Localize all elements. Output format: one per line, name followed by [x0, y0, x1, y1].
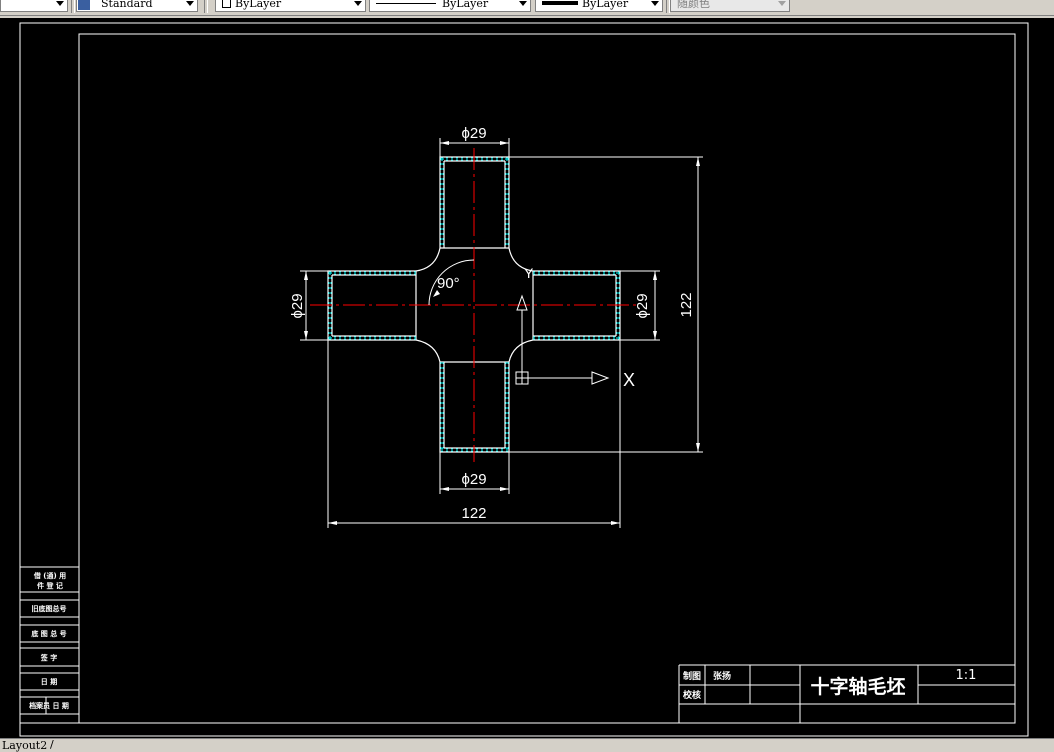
plotstyle-dropdown: 随颜色 — [670, 0, 790, 12]
drawn-by-label: 制图 — [683, 670, 701, 682]
chevron-down-icon — [186, 1, 194, 6]
drawn-by-name: 张扬 — [713, 670, 731, 682]
dim-top-label: ϕ29 — [461, 125, 486, 142]
left-block-row6: 档案员 日 期 — [28, 701, 69, 710]
dimension-lines — [300, 138, 703, 528]
left-block-row2: 旧底图总号 — [32, 604, 67, 613]
tab-divider: / — [50, 738, 54, 751]
lineweight-dropdown[interactable]: ByLayer — [535, 0, 663, 12]
chevron-down-icon — [778, 1, 786, 6]
centerlines — [310, 148, 640, 462]
part-name: 十字轴毛坯 — [810, 675, 905, 698]
text-style-dropdown[interactable]: Standard — [76, 0, 198, 12]
dim-width-label: 122 — [461, 505, 486, 522]
toolbar-separator — [204, 0, 208, 13]
linetype-sample-icon — [376, 3, 436, 4]
text-style-value: Standard — [101, 0, 153, 10]
drawing-canvas[interactable]: ϕ29 ϕ29 ϕ29 ϕ29 122 122 90° X Y 借 (通) 用 … — [0, 18, 1054, 738]
angle-label: 90° — [437, 275, 460, 292]
left-block-row3: 底 图 总 号 — [31, 629, 66, 638]
layout-tabs-bar: Layout2 / — [0, 738, 1054, 751]
toolbar-separator — [71, 0, 75, 13]
dimension-arrowheads — [304, 141, 700, 525]
left-block-row5: 日 期 — [41, 677, 57, 686]
dim-bottom-label: ϕ29 — [461, 471, 486, 488]
ucs-y-label: Y — [524, 265, 534, 281]
chevron-down-icon — [354, 1, 362, 6]
tab-layout2[interactable]: Layout2 — [2, 740, 47, 751]
chevron-down-icon — [651, 1, 659, 6]
dim-height-label: 122 — [678, 292, 695, 317]
left-block-row1-line2: 件 登 记 — [37, 581, 63, 590]
dim-right-label: ϕ29 — [634, 293, 651, 318]
chevron-down-icon — [56, 1, 64, 6]
dim-left-label: ϕ29 — [289, 293, 306, 318]
chevron-down-icon — [519, 1, 527, 6]
layout-sheet: ϕ29 ϕ29 ϕ29 ϕ29 122 122 90° X Y 借 (通) 用 … — [19, 22, 1029, 737]
linetype-dropdown[interactable]: ByLayer — [369, 0, 531, 12]
linetype-value: ByLayer — [442, 0, 489, 10]
paper-outer-border — [19, 22, 1029, 737]
left-register-block — [19, 566, 80, 724]
left-block-row1-line1: 借 (通) 用 — [33, 571, 66, 580]
checked-by-label: 校核 — [683, 689, 701, 701]
color-swatch-icon — [222, 0, 231, 8]
color-dropdown[interactable]: ByLayer — [215, 0, 366, 12]
ucs-x-label: X — [623, 370, 635, 390]
lineweight-sample-icon — [542, 1, 578, 5]
plotstyle-value: 随颜色 — [677, 0, 710, 10]
left-block-row4: 签 字 — [40, 653, 57, 662]
previous-dropdown[interactable] — [0, 0, 68, 12]
properties-toolbar: Standard ByLayer ByLayer ByLayer 随颜色 — [0, 0, 1054, 16]
lineweight-value: ByLayer — [582, 0, 629, 10]
scale-value: 1:1 — [956, 668, 977, 683]
text-style-icon — [78, 0, 90, 10]
color-value: ByLayer — [235, 0, 282, 10]
